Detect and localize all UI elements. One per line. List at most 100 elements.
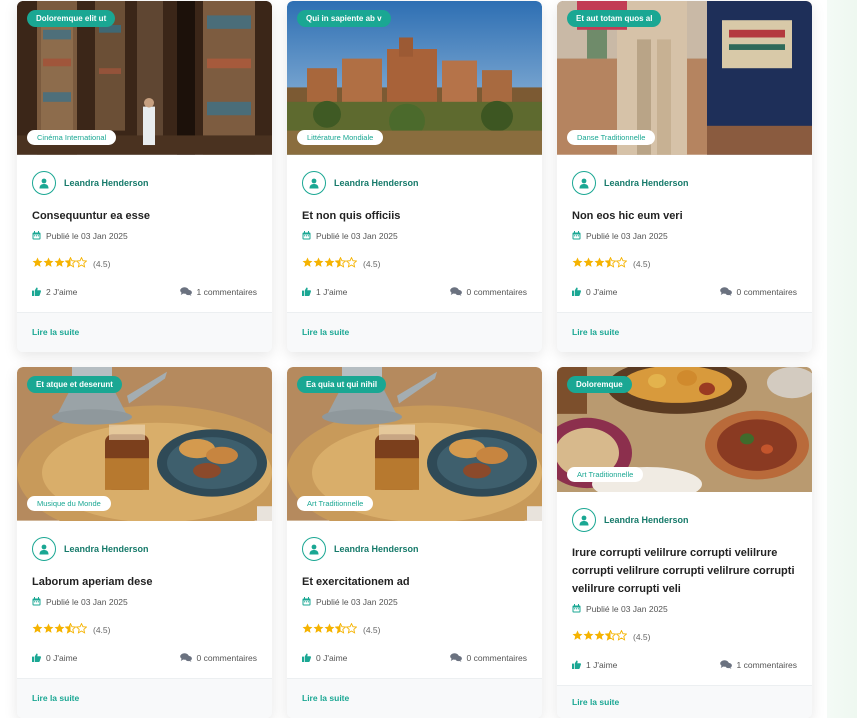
card-author[interactable]: Leandra Henderson: [32, 536, 257, 561]
read-more-link[interactable]: Lire la suite: [572, 327, 619, 337]
card-tag-badge[interactable]: Et aut totam quos al: [567, 10, 662, 27]
publish-date: Publié le 03 Jan 2025: [586, 231, 668, 242]
author-name[interactable]: Leandra Henderson: [604, 515, 689, 525]
card-category-badge[interactable]: Danse Traditionnelle: [567, 129, 656, 145]
article-card-6: Doloremque Art Traditionnelle Leandra He…: [557, 367, 812, 718]
comments-icon: [449, 286, 462, 298]
star-half-icon: [334, 622, 347, 634]
card-tag-badge[interactable]: Doloremque elit ut: [27, 10, 116, 27]
card-tag-badge[interactable]: Doloremque: [567, 376, 632, 393]
card-category-badge[interactable]: Art Traditionnelle: [567, 466, 644, 482]
card-image[interactable]: Et aut totam quos al Danse Traditionnell…: [557, 1, 812, 155]
author-name[interactable]: Leandra Henderson: [64, 544, 149, 554]
article-card-4: Et atque et deserunt Musique du Monde Le…: [17, 367, 272, 718]
likes-count: 0 J'aime: [586, 287, 618, 298]
star-full-icon: [32, 623, 43, 633]
card-image[interactable]: Doloremque elit ut Cinéma International: [17, 1, 272, 155]
card-title[interactable]: Et non quis officiis: [302, 207, 527, 225]
card-tag-badge[interactable]: Qui in sapiente ab v: [297, 10, 391, 27]
card-category-badge[interactable]: Art Traditionnelle: [297, 495, 374, 511]
comments[interactable]: 0 commentaires: [449, 286, 527, 298]
comments-icon: [719, 660, 732, 671]
card-title[interactable]: Non eos hic eum veri: [572, 207, 797, 225]
likes[interactable]: 0 J'aime: [32, 653, 77, 664]
star-full-icon: [324, 623, 335, 633]
card-author[interactable]: Leandra Henderson: [32, 170, 257, 195]
stars-container: [572, 628, 628, 646]
star-empty-icon: [75, 256, 88, 268]
star-empty-icon: [75, 622, 88, 634]
star-full-icon: [54, 623, 65, 633]
card-author[interactable]: Leandra Henderson: [572, 507, 797, 532]
card-image[interactable]: Qui in sapiente ab v Littérature Mondial…: [287, 1, 542, 155]
calendar-icon: [572, 603, 581, 615]
likes[interactable]: 1 J'aime: [302, 287, 347, 298]
comments[interactable]: 0 commentaires: [179, 652, 257, 664]
comments[interactable]: 1 commentaires: [179, 286, 257, 298]
thumbs-up-icon: [302, 287, 311, 298]
likes[interactable]: 2 J'aime: [32, 287, 77, 298]
card-image[interactable]: Ea quia ut qui nihil Art Traditionnelle: [287, 367, 542, 521]
comments-icon: [179, 286, 192, 298]
card-tag-badge[interactable]: Ea quia ut qui nihil: [297, 376, 387, 393]
stars-container: [302, 255, 358, 273]
author-name[interactable]: Leandra Henderson: [334, 178, 419, 188]
card-meta: 0 J'aime 0 commentaires: [572, 286, 797, 298]
comments-count: 1 commentaires: [196, 287, 257, 298]
card-title[interactable]: Et exercitationem ad: [302, 573, 527, 591]
thumbs-up-icon: [302, 653, 311, 664]
article-card-2: Qui in sapiente ab v Littérature Mondial…: [287, 1, 542, 352]
star-full-icon: [302, 257, 313, 267]
card-tag-badge[interactable]: Et atque et deserunt: [27, 376, 122, 393]
card-category-badge[interactable]: Musique du Monde: [27, 495, 111, 511]
stars-container: [572, 255, 628, 273]
card-category-badge[interactable]: Littérature Mondiale: [297, 129, 384, 145]
card-image[interactable]: Et atque et deserunt Musique du Monde: [17, 367, 272, 521]
author-name[interactable]: Leandra Henderson: [604, 178, 689, 188]
card-author[interactable]: Leandra Henderson: [572, 170, 797, 195]
star-full-icon: [32, 257, 43, 267]
thumbs-up-icon: [572, 660, 581, 671]
stars-container: [32, 255, 88, 273]
card-image[interactable]: Doloremque Art Traditionnelle: [557, 367, 812, 492]
star-rating: (4.5): [572, 255, 797, 273]
read-more-link[interactable]: Lire la suite: [572, 697, 619, 707]
author-name[interactable]: Leandra Henderson: [334, 544, 419, 554]
likes[interactable]: 0 J'aime: [572, 287, 617, 298]
star-rating: (4.5): [32, 621, 257, 639]
card-footer: Lire la suite: [557, 684, 812, 718]
comments[interactable]: 0 commentaires: [449, 652, 527, 664]
read-more-link[interactable]: Lire la suite: [32, 693, 79, 703]
card-meta: 1 J'aime 0 commentaires: [302, 286, 527, 298]
read-more-link[interactable]: Lire la suite: [302, 327, 349, 337]
comments[interactable]: 1 commentaires: [719, 660, 797, 671]
card-body: Leandra Henderson Et non quis officiis P…: [287, 155, 542, 298]
calendar-icon: [572, 230, 581, 242]
likes-count: 1 J'aime: [586, 660, 618, 671]
comments-count: 0 commentaires: [736, 287, 797, 298]
card-author[interactable]: Leandra Henderson: [302, 536, 527, 561]
card-title[interactable]: Consequuntur ea esse: [32, 207, 257, 225]
thumbs-up-icon: [572, 287, 581, 298]
star-full-icon: [594, 630, 605, 640]
user-avatar-icon: [32, 536, 56, 561]
likes[interactable]: 1 J'aime: [572, 660, 617, 671]
read-more-link[interactable]: Lire la suite: [302, 693, 349, 703]
card-date: Publié le 03 Jan 2025: [572, 603, 797, 615]
comments[interactable]: 0 commentaires: [719, 286, 797, 298]
card-category-badge[interactable]: Cinéma International: [27, 129, 117, 145]
rating-value: (4.5): [633, 258, 651, 269]
card-date: Publié le 03 Jan 2025: [32, 596, 257, 608]
user-avatar-icon: [302, 536, 326, 561]
star-empty-icon: [615, 256, 628, 268]
card-title[interactable]: Irure corrupti velilrure corrupti velilr…: [572, 544, 797, 598]
star-full-icon: [324, 257, 335, 267]
star-full-icon: [313, 257, 324, 267]
card-author[interactable]: Leandra Henderson: [302, 170, 527, 195]
read-more-link[interactable]: Lire la suite: [32, 327, 79, 337]
card-title[interactable]: Laborum aperiam dese: [32, 573, 257, 591]
stars-container: [302, 621, 358, 639]
publish-date: Publié le 03 Jan 2025: [316, 597, 398, 608]
author-name[interactable]: Leandra Henderson: [64, 178, 149, 188]
likes[interactable]: 0 J'aime: [302, 653, 347, 664]
